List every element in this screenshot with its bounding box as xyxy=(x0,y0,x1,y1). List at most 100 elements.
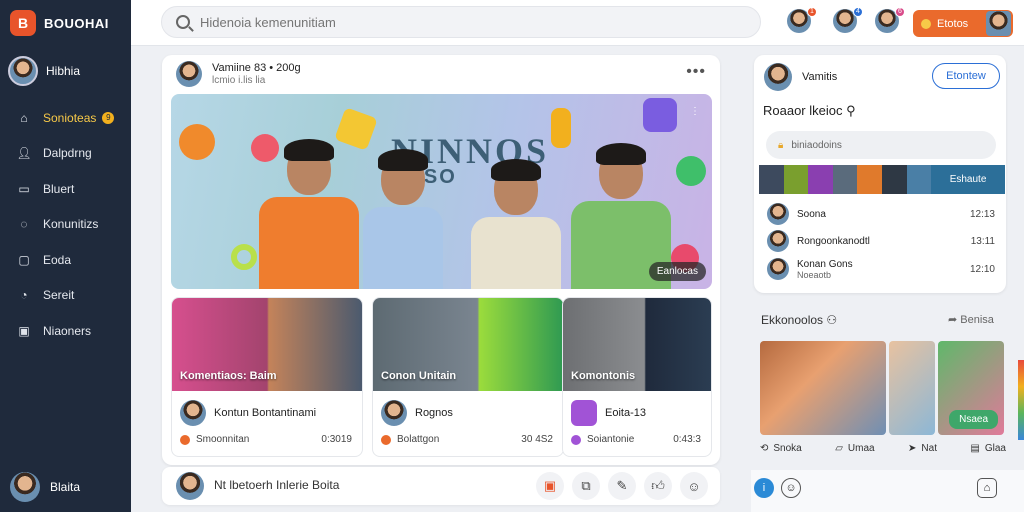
profile-name: Hibhia xyxy=(46,64,81,78)
avatar xyxy=(986,11,1011,36)
compass-icon: ◔ xyxy=(20,288,28,303)
notification-avatar-3[interactable]: 6 xyxy=(875,7,905,37)
tag-icon xyxy=(381,434,391,445)
composer-text[interactable]: Nt lbetoerh Inlerie Boita xyxy=(214,478,339,492)
file-icon: ▢ xyxy=(18,252,30,267)
search-bar[interactable] xyxy=(161,6,761,38)
subcard-foot: Smoonnitan xyxy=(196,434,250,445)
brand[interactable]: B BOUOHAI xyxy=(10,10,109,36)
sidebar-item-konunitizs[interactable]: ◌ Konunitizs xyxy=(0,207,131,243)
subcard[interactable]: Komentiaos: Baim Kontun Bontantinami Smo… xyxy=(171,297,363,457)
top-bar: 1 4 6 Etotos xyxy=(131,0,1024,46)
person xyxy=(363,149,443,289)
gallery-photo[interactable] xyxy=(889,341,935,435)
action-forward[interactable]: ➤ Nat xyxy=(908,443,937,454)
action-share[interactable]: ⟲ Snoka xyxy=(760,443,802,454)
media-strip[interactable]: Eshaute xyxy=(759,165,1005,194)
nav-badge: 9 xyxy=(102,111,115,124)
action-comment[interactable]: ▱ Umaa xyxy=(835,443,874,454)
more-options-icon[interactable]: ••• xyxy=(686,63,706,81)
list-item[interactable]: Rongoonkanodtl 13:11 xyxy=(767,230,995,252)
subcard-caption: Conon Unitain xyxy=(381,370,457,382)
item-name: Konan Gons xyxy=(797,258,853,270)
avatar[interactable] xyxy=(764,63,792,91)
save-icon: ▤ xyxy=(970,443,980,454)
subcard-caption: Komentiaos: Baim xyxy=(180,370,277,382)
bottom-user-name: Blaita xyxy=(50,480,81,494)
search-input[interactable] xyxy=(200,14,720,30)
info-icon[interactable]: i xyxy=(754,478,774,498)
avatar xyxy=(10,472,40,502)
notification-avatar-2[interactable]: 4 xyxy=(833,7,863,37)
share-icon: ⟲ xyxy=(760,443,769,454)
strip-thumb xyxy=(808,165,833,194)
tag-icon xyxy=(571,434,581,445)
subcard-caption: Komontonis xyxy=(571,370,636,382)
emoji-icon[interactable]: ☺ xyxy=(680,472,708,500)
like-icon[interactable]: 👍︎ xyxy=(644,472,672,500)
avatar[interactable] xyxy=(176,61,202,87)
bottom-user[interactable]: Blaita xyxy=(10,472,80,502)
subcard-foot: Bolattgon xyxy=(397,434,440,445)
gallery-photo[interactable] xyxy=(760,341,886,435)
sidebar-profile[interactable]: Hibhia xyxy=(8,56,80,86)
sidebar-item-sereit[interactable]: ◔ Sereit xyxy=(0,278,131,314)
lock-icon: 🔒︎ xyxy=(778,139,784,151)
subcard[interactable]: Conon Unitain Rognos Bolattgon 30 4S2 xyxy=(372,297,564,457)
strip-thumb xyxy=(783,165,809,194)
person xyxy=(259,139,359,289)
subcard[interactable]: Komontonis Eoita-13 Soiantonie 0:43:3 xyxy=(562,297,712,457)
follow-button[interactable]: Etontew xyxy=(932,63,1000,89)
strip-thumb xyxy=(832,165,858,194)
gallery-photo[interactable]: Nsaea xyxy=(938,341,1004,435)
avatar xyxy=(180,400,206,426)
pen-icon[interactable]: ✎ xyxy=(608,472,636,500)
gift-icon[interactable]: ▣ xyxy=(536,472,564,500)
list-item[interactable]: Konan Gons Noeaotb 12:10 xyxy=(767,258,995,280)
sidebar-item-label: Sonioteas xyxy=(43,110,97,125)
composer[interactable]: Nt lbetoerh Inlerie Boita ▣ ⧉ ✎ 👍︎ ☺ xyxy=(162,467,720,505)
hero-tag[interactable]: Eanlocas xyxy=(648,262,706,281)
item-name: Soona xyxy=(797,208,826,220)
subcard-name: Rognos xyxy=(415,407,453,419)
post-author[interactable]: Vamiine 83 • 200g xyxy=(212,62,301,75)
action-save[interactable]: ▤ Glaa xyxy=(970,443,1006,454)
sidebar-item-label: Dalpdrng xyxy=(43,146,92,161)
lock-icon[interactable]: ⌂ xyxy=(977,478,997,498)
subcard-name: Kontun Bontantinami xyxy=(214,407,317,419)
sidebar-nav: ⌂ Sonioteas 9 👤︎ Dalpdrng ▭ Bluert ◌ Kon… xyxy=(0,100,131,349)
cta-button[interactable]: Etotos xyxy=(913,10,1013,37)
sidebar-item-dalpdrng[interactable]: 👤︎ Dalpdrng xyxy=(0,136,131,172)
item-time: 13:11 xyxy=(970,235,995,247)
decor-shape xyxy=(676,156,706,186)
emoji-icon[interactable]: ☺ xyxy=(781,478,801,498)
subcard-foot: Soiantonie xyxy=(587,434,635,445)
gallery-link-text: Benisa xyxy=(960,314,994,326)
image-icon[interactable]: ⧉ xyxy=(572,472,600,500)
decor-shape xyxy=(551,108,571,148)
sidebar-item-bluert[interactable]: ▭ Bluert xyxy=(0,171,131,207)
panel-search-text: biniaodoins xyxy=(791,139,842,151)
share-icon: ➦ xyxy=(948,314,958,326)
action-label: Snoka xyxy=(773,443,802,454)
sidebar-item-label: Bluert xyxy=(43,181,75,196)
gallery-badge[interactable]: Nsaea xyxy=(949,410,998,429)
sidebar-item-niaoners[interactable]: ▣ Niaoners xyxy=(0,313,131,349)
comment-icon: ▱ xyxy=(835,443,843,454)
gallery-link[interactable]: ➦ Benisa xyxy=(948,313,994,326)
sidebar-item-label: Sereit xyxy=(43,288,75,303)
star-icon xyxy=(921,18,931,29)
hero-image[interactable]: NINNOS VISO ⋮ Eanlocas xyxy=(171,94,712,289)
subcard-value: 30 4S2 xyxy=(521,434,553,445)
item-sub: Noeaotb xyxy=(797,269,832,280)
notification-avatar-1[interactable]: 1 xyxy=(787,7,817,37)
list-item[interactable]: Soona 12:13 xyxy=(767,203,995,225)
panel-user[interactable]: Vamitis xyxy=(802,71,837,83)
hero-more-icon[interactable]: ⋮ xyxy=(690,106,700,117)
sidebar-item-eoda[interactable]: ▢ Eoda xyxy=(0,242,131,278)
sidebar-item-sonioteas[interactable]: ⌂ Sonioteas 9 xyxy=(0,100,131,136)
avatar xyxy=(767,203,789,225)
forward-icon: ➤ xyxy=(908,443,917,454)
panel-search[interactable]: 🔒︎ biniaodoins xyxy=(766,131,996,159)
decor-shape xyxy=(179,124,215,160)
